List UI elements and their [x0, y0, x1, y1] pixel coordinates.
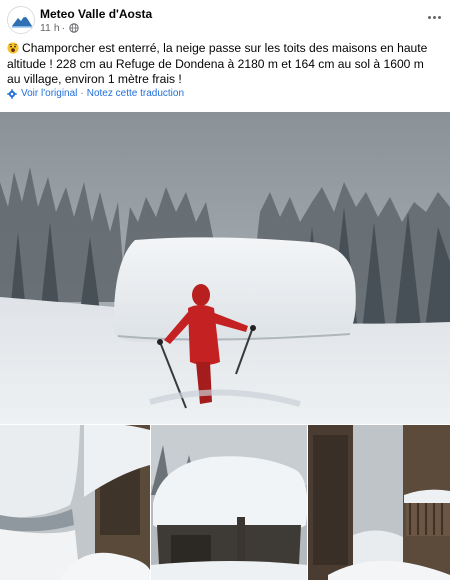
photo-thumbnail-1[interactable] [0, 425, 150, 580]
dot-icon [432, 15, 436, 19]
rate-translation-link[interactable]: Notez cette traduction [87, 88, 184, 99]
mountain-logo-icon [8, 7, 34, 33]
dot-icon [427, 15, 431, 19]
snow-roofs-image [0, 425, 150, 580]
face-with-open-mouth-emoji-icon [7, 42, 19, 54]
post-meta: 11 h · [40, 22, 79, 34]
main-photo[interactable] [0, 112, 450, 424]
meta-separator: · [61, 22, 66, 34]
page-avatar[interactable] [7, 6, 35, 34]
snow-scene-image [0, 112, 450, 424]
see-original-link[interactable]: Voir l'original [21, 88, 77, 99]
stone-hut-image [151, 425, 307, 580]
wooden-balcony-image [308, 425, 450, 580]
post-body: Champorcher est enterré, la neige passe … [7, 41, 439, 88]
translation-row: Voir l'original · Notez cette traduction [7, 88, 184, 99]
dot-icon [437, 15, 441, 19]
post-text: Champorcher est enterré, la neige passe … [7, 41, 428, 87]
translation-separator: · [80, 88, 84, 99]
more-options-button[interactable] [424, 9, 444, 25]
gear-icon [7, 88, 17, 99]
post-header: Meteo Valle d'Aosta 11 h · [0, 0, 450, 36]
photo-thumbnail-2[interactable] [151, 425, 307, 580]
post-timestamp[interactable]: 11 h [40, 22, 60, 34]
photo-thumbnail-3[interactable] [308, 425, 450, 580]
globe-icon [69, 23, 79, 33]
page-name[interactable]: Meteo Valle d'Aosta [40, 7, 152, 21]
